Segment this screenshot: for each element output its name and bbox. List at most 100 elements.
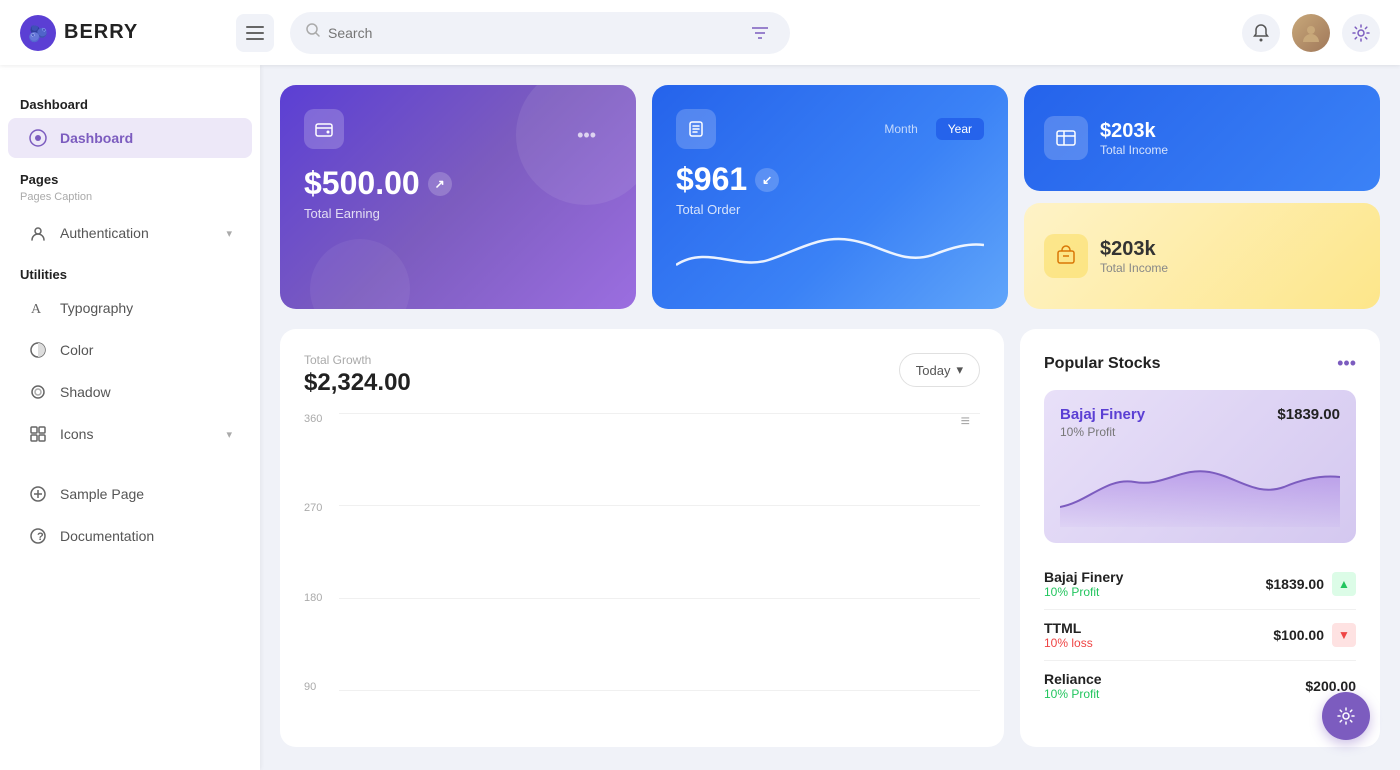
order-label: Total Order — [676, 202, 984, 217]
stocks-header: Popular Stocks ••• — [1044, 353, 1356, 374]
order-amount: $961 ↙ — [676, 161, 984, 198]
stock-profit-bajaj: 10% Profit — [1044, 585, 1123, 599]
sidebar-section-pages: Pages — [0, 160, 260, 191]
avatar[interactable] — [1292, 14, 1330, 52]
cash-register-icon — [1055, 245, 1077, 267]
sidebar-item-color[interactable]: Color — [8, 330, 252, 370]
wallet-icon — [314, 119, 334, 139]
card-right-col: $203k Total Income $203k Total Income — [1024, 85, 1380, 309]
featured-stock-profit: 10% Profit — [1060, 425, 1145, 439]
stock-list: Bajaj Finery 10% Profit $1839.00 ▲ TTML … — [1044, 559, 1356, 711]
typography-label: Typography — [60, 300, 133, 316]
earning-trend-icon: ↗ — [428, 172, 452, 196]
bottom-row: Total Growth $2,324.00 Today ▾ 360 270 1… — [280, 329, 1380, 747]
stock-name-reliance: Reliance — [1044, 671, 1102, 687]
sidebar-item-dashboard[interactable]: Dashboard — [8, 118, 252, 158]
svg-text:?: ? — [37, 531, 44, 543]
body-layout: Dashboard Dashboard Pages Pages Caption … — [0, 65, 1400, 770]
stock-profit-reliance: 10% Profit — [1044, 687, 1102, 701]
documentation-label: Documentation — [60, 528, 154, 544]
svg-text:A: A — [31, 302, 42, 317]
header-right — [1242, 14, 1380, 52]
stock-item-reliance: Reliance 10% Profit $200.00 — [1044, 661, 1356, 711]
stock-name-ttml: TTML — [1044, 620, 1093, 636]
sidebar-item-sample-page[interactable]: Sample Page — [8, 474, 252, 514]
top-cards: ••• $500.00 ↗ Total Earning Month Year — [280, 85, 1380, 309]
stocks-card: Popular Stocks ••• Bajaj Finery 10% Prof… — [1020, 329, 1380, 747]
featured-stock: Bajaj Finery 10% Profit $1839.00 — [1044, 390, 1356, 543]
sidebar: Dashboard Dashboard Pages Pages Caption … — [0, 65, 260, 770]
typography-icon: A — [28, 298, 48, 318]
featured-stock-name: Bajaj Finery — [1060, 406, 1145, 423]
search-bar — [290, 12, 790, 54]
notification-button[interactable] — [1242, 14, 1280, 52]
bg-shape-2 — [310, 239, 410, 309]
hamburger-icon — [246, 26, 264, 40]
fab-settings-icon — [1336, 706, 1356, 726]
stock-price-ttml: $100.00 — [1273, 627, 1324, 643]
authentication-chevron: ▾ — [226, 227, 232, 240]
card-earning-more[interactable]: ••• — [577, 125, 596, 146]
search-icon — [306, 23, 320, 42]
color-label: Color — [60, 342, 93, 358]
bars-container — [339, 413, 970, 693]
income-yellow-icon — [1044, 234, 1088, 278]
sidebar-item-documentation[interactable]: ? Documentation — [8, 516, 252, 556]
logo-text: BERRY — [64, 21, 138, 44]
color-icon — [28, 340, 48, 360]
search-input[interactable] — [328, 25, 738, 41]
stock-profit-ttml: 10% loss — [1044, 636, 1093, 650]
fab-button[interactable] — [1322, 692, 1370, 740]
sidebar-item-authentication[interactable]: Authentication ▾ — [8, 213, 252, 253]
income1-amount: $203k — [1100, 120, 1168, 143]
sidebar-item-shadow[interactable]: Shadow — [8, 372, 252, 412]
logo-icon: 🫐 — [20, 15, 56, 51]
stock-price-bajaj: $1839.00 — [1266, 576, 1324, 592]
today-button[interactable]: Today ▾ — [899, 353, 980, 387]
growth-chart-card: Total Growth $2,324.00 Today ▾ 360 270 1… — [280, 329, 1004, 747]
sidebar-item-dashboard-label: Dashboard — [60, 130, 133, 146]
income2-label: Total Income — [1100, 261, 1168, 275]
sample-page-label: Sample Page — [60, 486, 144, 502]
shadow-label: Shadow — [60, 384, 111, 400]
sidebar-section-utilities: Utilities — [0, 255, 260, 286]
earning-icon-box — [304, 109, 344, 149]
logo-area: 🫐 BERRY — [20, 15, 220, 51]
earning-label: Total Earning — [304, 206, 612, 221]
sidebar-item-icons[interactable]: Icons ▾ — [8, 414, 252, 454]
income2-amount: $203k — [1100, 238, 1168, 261]
hamburger-button[interactable] — [236, 14, 274, 52]
featured-stock-chart — [1060, 447, 1340, 527]
growth-text: Total Growth $2,324.00 — [304, 353, 411, 397]
trend-up-icon-bajaj: ▲ — [1332, 572, 1356, 596]
sample-page-icon — [28, 484, 48, 504]
header: 🫐 BERRY — [0, 0, 1400, 65]
authentication-label: Authentication — [60, 225, 149, 241]
card-income-yellow: $203k Total Income — [1024, 203, 1380, 309]
stock-name-bajaj: Bajaj Finery — [1044, 569, 1123, 585]
filter-icon[interactable] — [746, 19, 774, 47]
income-yellow-text: $203k Total Income — [1100, 238, 1168, 275]
authentication-icon — [28, 223, 48, 243]
stocks-more-icon[interactable]: ••• — [1337, 353, 1356, 374]
header-settings-button[interactable] — [1342, 14, 1380, 52]
order-wave-chart — [676, 225, 984, 285]
sidebar-item-typography[interactable]: A Typography — [8, 288, 252, 328]
year-tab[interactable]: Year — [936, 118, 984, 140]
growth-title: Total Growth — [304, 353, 411, 367]
documentation-icon: ? — [28, 526, 48, 546]
month-tab[interactable]: Month — [872, 118, 929, 140]
shadow-icon — [28, 382, 48, 402]
order-icon-box — [676, 109, 716, 149]
growth-header: Total Growth $2,324.00 Today ▾ — [304, 353, 980, 397]
svg-text:🫐: 🫐 — [28, 24, 48, 43]
dashboard-icon — [28, 128, 48, 148]
earning-amount: $500.00 ↗ — [304, 165, 612, 202]
stocks-title: Popular Stocks — [1044, 355, 1160, 373]
growth-amount: $2,324.00 — [304, 369, 411, 397]
order-header: Month Year — [676, 109, 984, 149]
stock-item-bajaj: Bajaj Finery 10% Profit $1839.00 ▲ — [1044, 559, 1356, 610]
shopping-icon — [686, 119, 706, 139]
income-blue-icon — [1044, 116, 1088, 160]
icons-chevron: ▾ — [226, 428, 232, 441]
